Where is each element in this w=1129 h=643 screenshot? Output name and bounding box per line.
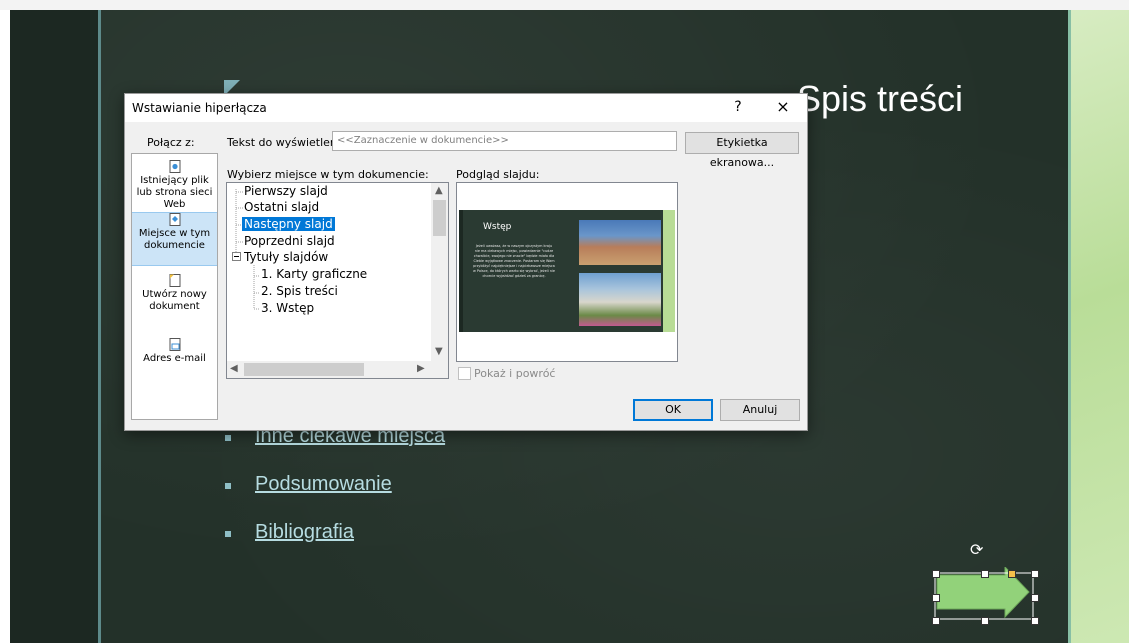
slide-preview-box: Wstęp Jeżeli uważasz, że w naszym ojczys… bbox=[456, 182, 678, 362]
document-place-tree[interactable]: Pierwszy slajd Ostatni slajd Następny sl… bbox=[226, 182, 449, 379]
insert-hyperlink-dialog: Wstawianie hiperłącza ? × Połącz z: Teks… bbox=[124, 93, 808, 431]
scroll-left-icon[interactable]: ◀ bbox=[230, 363, 238, 374]
link-bibliografia[interactable]: Bibliografia bbox=[255, 521, 354, 543]
list-item: Bibliografia bbox=[225, 521, 445, 569]
thumbnail-city-photo bbox=[579, 220, 661, 265]
adjust-handle[interactable] bbox=[1008, 570, 1016, 578]
close-button[interactable]: × bbox=[773, 97, 793, 116]
link-option-label: Istniejący plik lub strona sieci Web bbox=[136, 175, 213, 210]
document-place-icon bbox=[169, 213, 180, 226]
email-icon bbox=[169, 338, 180, 351]
slide-preview-thumbnail: Wstęp Jeżeli uważasz, że w naszym ojczys… bbox=[459, 210, 675, 332]
slide-vertical-line bbox=[98, 10, 101, 643]
dialog-titlebar[interactable]: Wstawianie hiperłącza ? × bbox=[125, 94, 807, 122]
window-top-strip bbox=[0, 0, 1129, 10]
resize-handle[interactable] bbox=[932, 570, 940, 578]
resize-handle[interactable] bbox=[1031, 617, 1039, 625]
tree-item-slide-1[interactable]: 1. Karty graficzne bbox=[261, 267, 367, 281]
link-option-place-in-document[interactable]: Miejsce w tym dokumencie bbox=[132, 212, 217, 266]
preview-label: Podgląd slajdu: bbox=[456, 168, 540, 181]
list-item: Inne ciekawe miejsca bbox=[225, 425, 445, 473]
tree-horizontal-scrollbar[interactable]: ◀ ▶ bbox=[227, 361, 448, 378]
link-to-bar: Istniejący plik lub strona sieci Web Mie… bbox=[131, 153, 218, 420]
rotate-handle-icon[interactable]: ⟳ bbox=[970, 540, 983, 560]
vertical-scroll-thumb[interactable] bbox=[433, 200, 446, 236]
bullet-icon bbox=[225, 531, 231, 537]
tree-vertical-scrollbar[interactable]: ▲ ▼ bbox=[431, 183, 448, 361]
place-label: Wybierz miejsce w tym dokumencie: bbox=[227, 168, 429, 181]
tree-item-first-slide[interactable]: Pierwszy slajd bbox=[244, 184, 328, 198]
new-document-icon bbox=[169, 274, 180, 287]
collapse-icon[interactable] bbox=[232, 252, 241, 261]
scroll-up-icon[interactable]: ▲ bbox=[435, 185, 443, 196]
bullet-icon bbox=[225, 483, 231, 489]
tree-item-slide-2[interactable]: 2. Spis treści bbox=[261, 284, 338, 298]
resize-handle[interactable] bbox=[981, 617, 989, 625]
ok-button[interactable]: OK bbox=[633, 399, 713, 421]
thumbnail-palace-photo bbox=[579, 273, 661, 326]
thumbnail-text: Jeżeli uważasz, że w naszym ojczystym kr… bbox=[473, 244, 555, 278]
thumbnail-right-band bbox=[663, 210, 675, 332]
bullet-icon bbox=[225, 435, 231, 441]
resize-handle[interactable] bbox=[932, 617, 940, 625]
right-arrow-shape[interactable] bbox=[925, 567, 1035, 622]
horizontal-scroll-thumb[interactable] bbox=[244, 363, 364, 376]
dialog-title: Wstawianie hiperłącza bbox=[132, 101, 267, 115]
link-option-new-document[interactable]: Utwórz nowy dokument bbox=[132, 274, 217, 326]
display-text-input[interactable] bbox=[333, 132, 676, 148]
tree-item-slide-3[interactable]: 3. Wstęp bbox=[261, 301, 314, 315]
resize-handle[interactable] bbox=[1031, 570, 1039, 578]
file-web-icon bbox=[169, 160, 180, 173]
resize-handle[interactable] bbox=[932, 594, 940, 602]
show-and-return-label: Pokaż i powróć bbox=[474, 367, 556, 380]
thumbnail-title: Wstęp bbox=[483, 222, 512, 232]
tree-item-slide-titles[interactable]: Tytuły slajdów bbox=[244, 250, 328, 264]
display-text-field[interactable] bbox=[332, 131, 677, 151]
help-button[interactable]: ? bbox=[729, 99, 747, 115]
thumbnail-left-band bbox=[459, 210, 463, 332]
resize-handle[interactable] bbox=[1031, 594, 1039, 602]
link-podsumowanie[interactable]: Podsumowanie bbox=[255, 473, 392, 495]
screen-tip-button[interactable]: Etykietka ekranowa... bbox=[685, 132, 799, 169]
link-option-label: Miejsce w tym dokumencie bbox=[138, 228, 211, 251]
link-option-existing-file[interactable]: Istniejący plik lub strona sieci Web bbox=[132, 160, 217, 212]
slide-right-decoration bbox=[1068, 10, 1129, 643]
slide-bullet-list: Inne ciekawe miejsca Podsumowanie Biblio… bbox=[225, 425, 445, 569]
tree-item-previous-slide[interactable]: Poprzedni slajd bbox=[244, 234, 335, 248]
list-item: Podsumowanie bbox=[225, 473, 445, 521]
scroll-down-icon[interactable]: ▼ bbox=[435, 346, 443, 357]
resize-handle[interactable] bbox=[981, 570, 989, 578]
link-option-email[interactable]: Adres e-mail bbox=[132, 338, 217, 380]
link-option-label: Adres e-mail bbox=[143, 353, 206, 364]
slide-left-band bbox=[10, 10, 98, 643]
tree-item-next-slide[interactable]: Następny slajd bbox=[242, 217, 335, 231]
scroll-right-icon[interactable]: ▶ bbox=[417, 363, 425, 374]
tree-item-last-slide[interactable]: Ostatni slajd bbox=[244, 200, 319, 214]
show-and-return-checkbox[interactable] bbox=[458, 367, 471, 380]
link-option-label: Utwórz nowy dokument bbox=[142, 289, 207, 312]
cancel-button[interactable]: Anuluj bbox=[720, 399, 800, 421]
link-to-label: Połącz z: bbox=[147, 136, 195, 149]
slide-title[interactable]: Spis treści bbox=[797, 78, 963, 120]
